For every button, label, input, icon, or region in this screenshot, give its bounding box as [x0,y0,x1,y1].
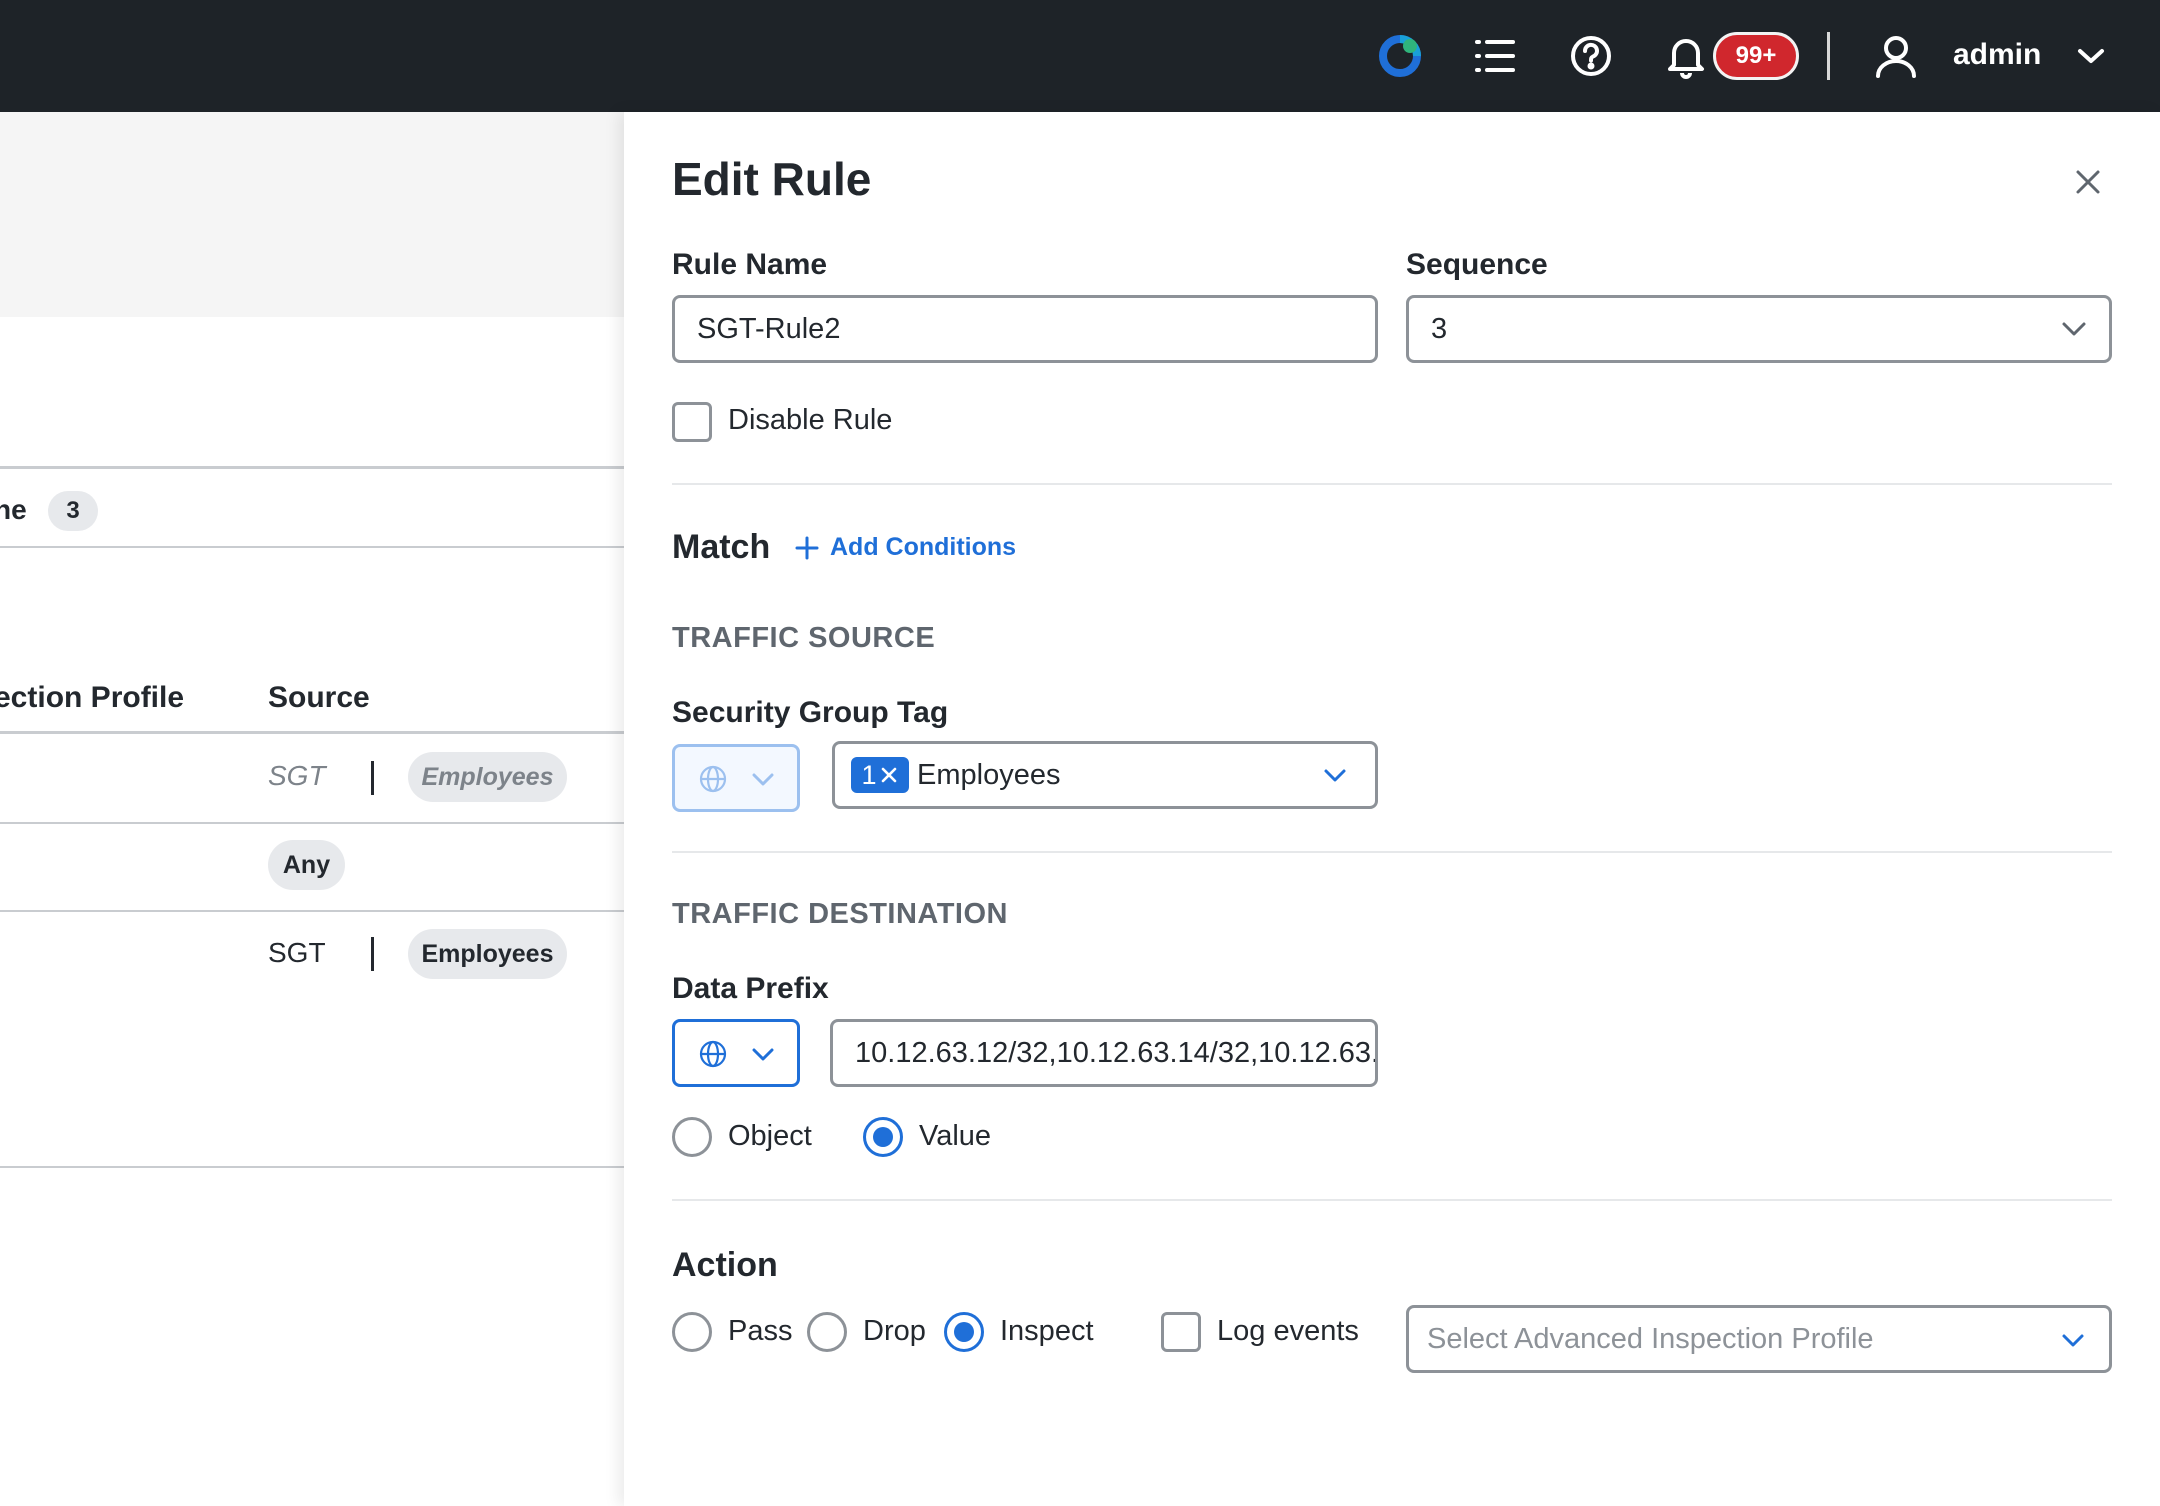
sequence-value: 3 [1431,312,1448,345]
section-divider [672,1199,2112,1201]
source-type: SGT [268,760,326,791]
user-menu-chevron-down-icon[interactable] [2063,28,2119,84]
match-heading: Match [672,528,771,566]
inspect-radio-label: Inspect [1000,1315,1094,1347]
chevron-down-icon [2062,1334,2084,1347]
notifications-bell-icon[interactable] [1658,28,1714,84]
sgt-multiselect[interactable]: 1 Employees [832,741,1378,809]
data-prefix-scope-dropdown[interactable] [672,1019,800,1087]
selected-count-chip[interactable]: 1 [851,757,909,793]
plus-icon [795,536,819,559]
section-divider [672,483,2112,485]
sequence-select[interactable]: 3 [1406,295,2112,363]
data-prefix-label: Data Prefix [672,972,829,1005]
task-list-icon[interactable] [1467,28,1523,84]
inspect-radio[interactable] [944,1312,984,1352]
rule-name-value: SGT-Rule2 [697,312,841,345]
value-radio[interactable] [863,1117,903,1157]
globe-icon [699,1040,727,1068]
drop-radio[interactable] [807,1312,847,1352]
data-prefix-input[interactable]: 10.12.63.12/32,10.12.63.14/32,10.12.63. [830,1019,1378,1087]
disable-rule-label: Disable Rule [728,404,893,436]
panel-title: Edit Rule [672,153,872,205]
table-header-divider [0,731,624,734]
chevron-down-icon [752,1048,774,1061]
user-name[interactable]: admin [1953,38,2041,72]
source-tag-pill: Employees [408,752,567,802]
object-radio[interactable] [672,1117,712,1157]
table-bottom-divider [0,1166,624,1168]
chevron-down-icon [2062,322,2086,336]
column-header-inspection-profile[interactable]: ection Profile [0,681,184,715]
data-prefix-value: 10.12.63.12/32,10.12.63.14/32,10.12.63. [855,1036,1378,1069]
column-header-source[interactable]: Source [268,681,370,715]
rule-name-label: Rule Name [672,248,828,281]
rule-name-input[interactable]: SGT-Rule2 [672,295,1378,363]
source-separator [371,937,374,971]
topbar-divider [1827,32,1830,80]
advanced-inspection-profile-select[interactable]: Select Advanced Inspection Profile [1406,1305,2112,1373]
help-icon[interactable] [1563,28,1619,84]
source-tag-pill: Employees [408,929,567,979]
sequence-label: Sequence [1406,248,1548,281]
top-bar: 99+ admin [0,0,2160,112]
disable-rule-checkbox[interactable] [672,402,712,442]
action-heading: Action [672,1246,778,1284]
source-separator [371,761,374,795]
chevron-down-icon [752,773,774,786]
log-events-checkbox[interactable] [1161,1312,1201,1352]
add-conditions-label: Add Conditions [830,533,1017,561]
pass-radio-label: Pass [728,1315,793,1347]
edit-rule-panel: Edit Rule Rule Name SGT-Rule2 Sequence 3… [624,112,2160,1506]
background-tab-count-badge: 3 [48,491,98,531]
clear-selection-icon[interactable] [879,765,899,785]
add-conditions-button[interactable]: Add Conditions [794,533,1016,562]
selected-count: 1 [861,759,877,790]
app-logo-icon[interactable] [1372,28,1428,84]
log-events-label: Log events [1217,1315,1359,1347]
object-radio-label: Object [728,1120,812,1152]
table-row-divider [0,910,624,912]
source-tag-pill: Any [268,840,345,890]
sgt-selected-value: Employees [917,759,1061,791]
inspection-profile-placeholder: Select Advanced Inspection Profile [1427,1322,1874,1355]
value-radio-label: Value [919,1120,992,1152]
background-divider [0,466,624,469]
table-row-divider [0,822,624,824]
section-divider [672,851,2112,853]
source-type: SGT [268,937,326,968]
traffic-source-caption: TRAFFIC SOURCE [672,622,936,654]
sgt-scope-dropdown[interactable] [672,744,800,812]
background-page-header [0,112,624,317]
background-tab-label[interactable]: ne [0,494,27,526]
notification-count-badge[interactable]: 99+ [1713,32,1799,80]
background-divider [0,546,624,548]
traffic-destination-caption: TRAFFIC DESTINATION [672,898,1008,930]
chevron-down-icon [1324,769,1346,782]
close-icon[interactable] [2070,164,2106,200]
user-avatar-icon[interactable] [1868,28,1924,84]
drop-radio-label: Drop [863,1315,926,1347]
pass-radio[interactable] [672,1312,712,1352]
globe-icon [699,765,727,793]
security-group-tag-label: Security Group Tag [672,696,949,729]
